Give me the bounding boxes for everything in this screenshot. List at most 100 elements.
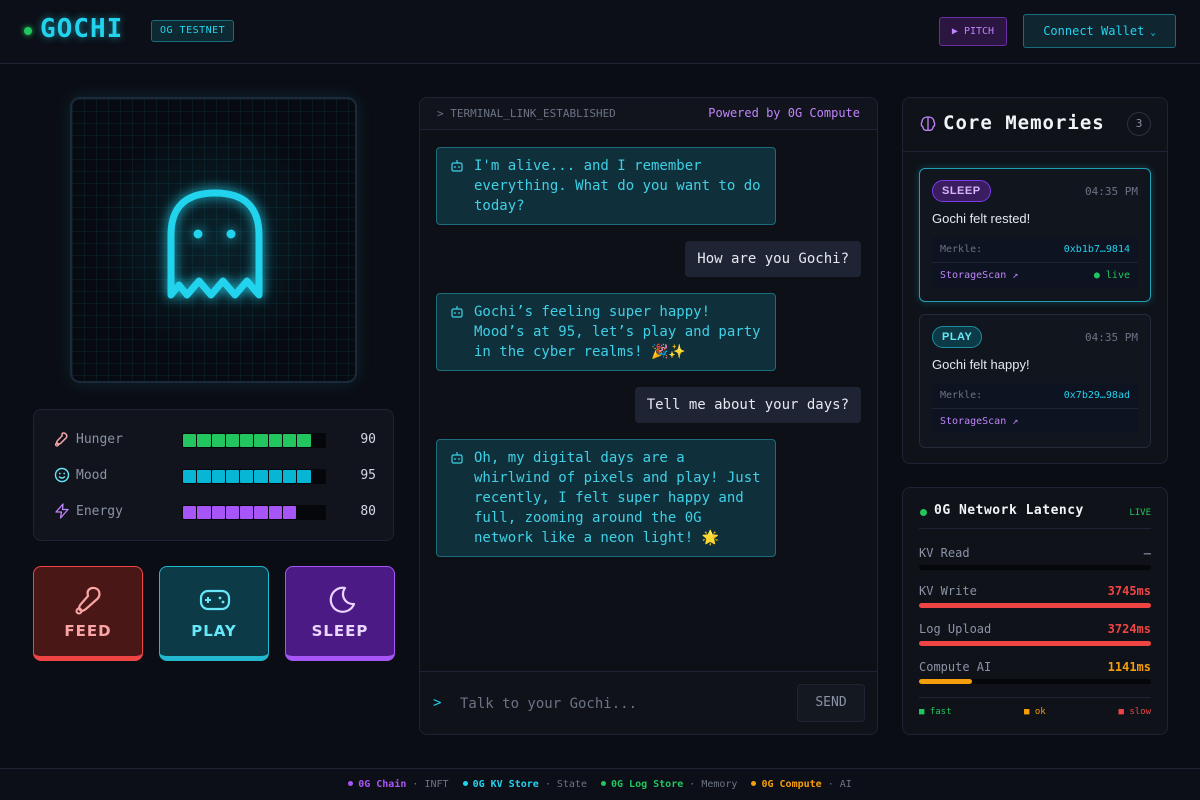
latency-row: KV Read — <box>919 546 1151 576</box>
latency-title: 0G Network Latency <box>934 503 1084 518</box>
bar-segment <box>283 506 297 519</box>
bar-segment <box>283 470 297 483</box>
bar-segment <box>183 434 197 447</box>
footer-sub: · Memory <box>683 779 738 790</box>
connect-wallet-label: Connect Wallet <box>1043 24 1145 38</box>
footer-item: 0G Chain · INFT <box>348 769 449 800</box>
memory-card[interactable]: PLAY 04:35 PM Gochi felt happy! Merkle: … <box>919 314 1151 448</box>
bar-segment <box>268 506 283 519</box>
bar-segment <box>254 506 268 519</box>
footer-name: 0G KV Store <box>472 779 539 790</box>
bar-segment <box>312 434 325 447</box>
latency-name: Compute AI <box>919 660 992 674</box>
sleep-button[interactable]: SLEEP <box>285 566 395 661</box>
latency-track <box>919 565 1151 570</box>
prompt-symbol: > <box>433 695 442 711</box>
moon-icon <box>329 586 356 613</box>
pitch-button[interactable]: ▶ PITCH <box>939 17 1007 46</box>
bar-segment <box>225 506 240 519</box>
bar-segment <box>268 470 283 483</box>
bar-segment <box>197 434 211 447</box>
memory-text: Gochi felt rested! <box>932 211 1031 226</box>
chat-input[interactable] <box>460 692 780 716</box>
memories-header: Core Memories 3 <box>903 98 1167 152</box>
message-text: Gochi’s feeling super happy! Mood’s at 9… <box>474 304 761 360</box>
bar-segment <box>312 470 325 483</box>
footer-item: 0G Log Store · Memory <box>601 769 737 800</box>
footer-name: 0G Chain <box>358 779 407 790</box>
live-status-text: live <box>1105 270 1130 281</box>
memory-card[interactable]: SLEEP 04:35 PM Gochi felt rested! Merkle… <box>919 168 1151 302</box>
bar-segment <box>211 506 225 519</box>
merkle-box: Merkle: 0xb1b7…9814 StorageScan ↗ ● live <box>932 237 1138 287</box>
latency-row: KV Write 3745ms <box>919 584 1151 614</box>
latency-name: Log Upload <box>919 622 992 636</box>
terminal-header: > TERMINAL_LINK_ESTABLISHED Powered by 0… <box>420 98 877 130</box>
bar-segment <box>225 434 240 447</box>
brain-icon <box>920 116 936 132</box>
bar-segment <box>312 506 325 519</box>
footer-sub-text: State <box>556 779 587 790</box>
smile-icon <box>54 467 70 483</box>
storage-row: StorageScan ↗ ● live <box>932 262 1138 287</box>
footer-name: 0G Log Store <box>611 779 684 790</box>
footer-sub: · INFT <box>406 779 449 790</box>
bar-segment <box>240 470 254 483</box>
footer-dot <box>462 781 468 786</box>
latency-value: 3724ms <box>1107 622 1151 636</box>
divider <box>919 528 1151 529</box>
latency-value: 3745ms <box>1107 584 1151 598</box>
latency-track <box>919 603 1151 608</box>
mood-bar <box>182 469 326 484</box>
storagescan-link[interactable]: StorageScan ↗ <box>940 270 1018 281</box>
merkle-hash: 0x7b29…98ad <box>1063 390 1130 401</box>
stat-label: Energy <box>76 504 123 519</box>
merkle-row: Merkle: 0xb1b7…9814 <box>932 237 1138 262</box>
latency-fill <box>919 679 973 684</box>
ghost-pet-icon <box>167 189 263 299</box>
footer-dot <box>751 781 757 786</box>
robot-icon <box>451 306 463 318</box>
play-button[interactable]: PLAY <box>159 566 269 661</box>
latency-row: Compute AI 1141ms <box>919 660 1151 690</box>
latency-fill <box>919 603 1151 608</box>
footer-item: 0G Compute · AI <box>751 769 852 800</box>
bar-segment <box>240 506 254 519</box>
bar-segment <box>297 506 310 519</box>
chevron-down-icon: ⌄ <box>1150 28 1156 38</box>
core-memories-panel: Core Memories 3 SLEEP 04:35 PM Gochi fel… <box>902 97 1168 464</box>
bar-segment <box>197 470 211 483</box>
memory-time: 04:35 PM <box>1085 331 1138 344</box>
bar-segment <box>211 470 225 483</box>
feed-button[interactable]: FEED <box>33 566 143 661</box>
user-message: How are you Gochi? <box>685 241 861 277</box>
merkle-label: Merkle: <box>940 390 983 401</box>
bar-segment <box>240 434 254 447</box>
send-button[interactable]: SEND <box>797 684 865 722</box>
play-label: PLAY <box>191 622 237 640</box>
feed-label: FEED <box>64 622 112 640</box>
memory-tag: PLAY <box>932 326 983 348</box>
app-header: GOCHI OG TESTNET ▶ PITCH Connect Wallet ⌄ <box>0 0 1200 64</box>
stat-label: Hunger <box>76 432 123 447</box>
footer: 0G Chain · INFT 0G KV Store · State 0G L… <box>0 768 1200 800</box>
footer-dot <box>601 781 606 786</box>
connect-wallet-button[interactable]: Connect Wallet ⌄ <box>1023 14 1176 48</box>
message-text: I'm alive... and I remember everything. … <box>474 158 761 214</box>
user-message: Tell me about your days? <box>634 387 861 423</box>
legend-fast: ■ fast <box>919 707 952 717</box>
storage-row: StorageScan ↗ <box>932 408 1138 433</box>
memory-tag: SLEEP <box>932 180 991 202</box>
merkle-box: Merkle: 0x7b29…98ad StorageScan ↗ <box>932 383 1138 433</box>
latency-row: Log Upload 3724ms <box>919 622 1151 652</box>
storagescan-link[interactable]: StorageScan ↗ <box>940 416 1018 427</box>
bar-segment <box>297 434 311 447</box>
bolt-icon <box>55 503 69 519</box>
bar-segment <box>283 434 297 447</box>
live-dot <box>920 509 927 516</box>
latency-name: KV Read <box>919 546 970 560</box>
stat-energy: Energy 80 <box>54 503 376 521</box>
app-logo: GOCHI <box>40 14 124 44</box>
hunger-bar <box>182 433 326 448</box>
memories-count-badge: 3 <box>1127 112 1151 136</box>
